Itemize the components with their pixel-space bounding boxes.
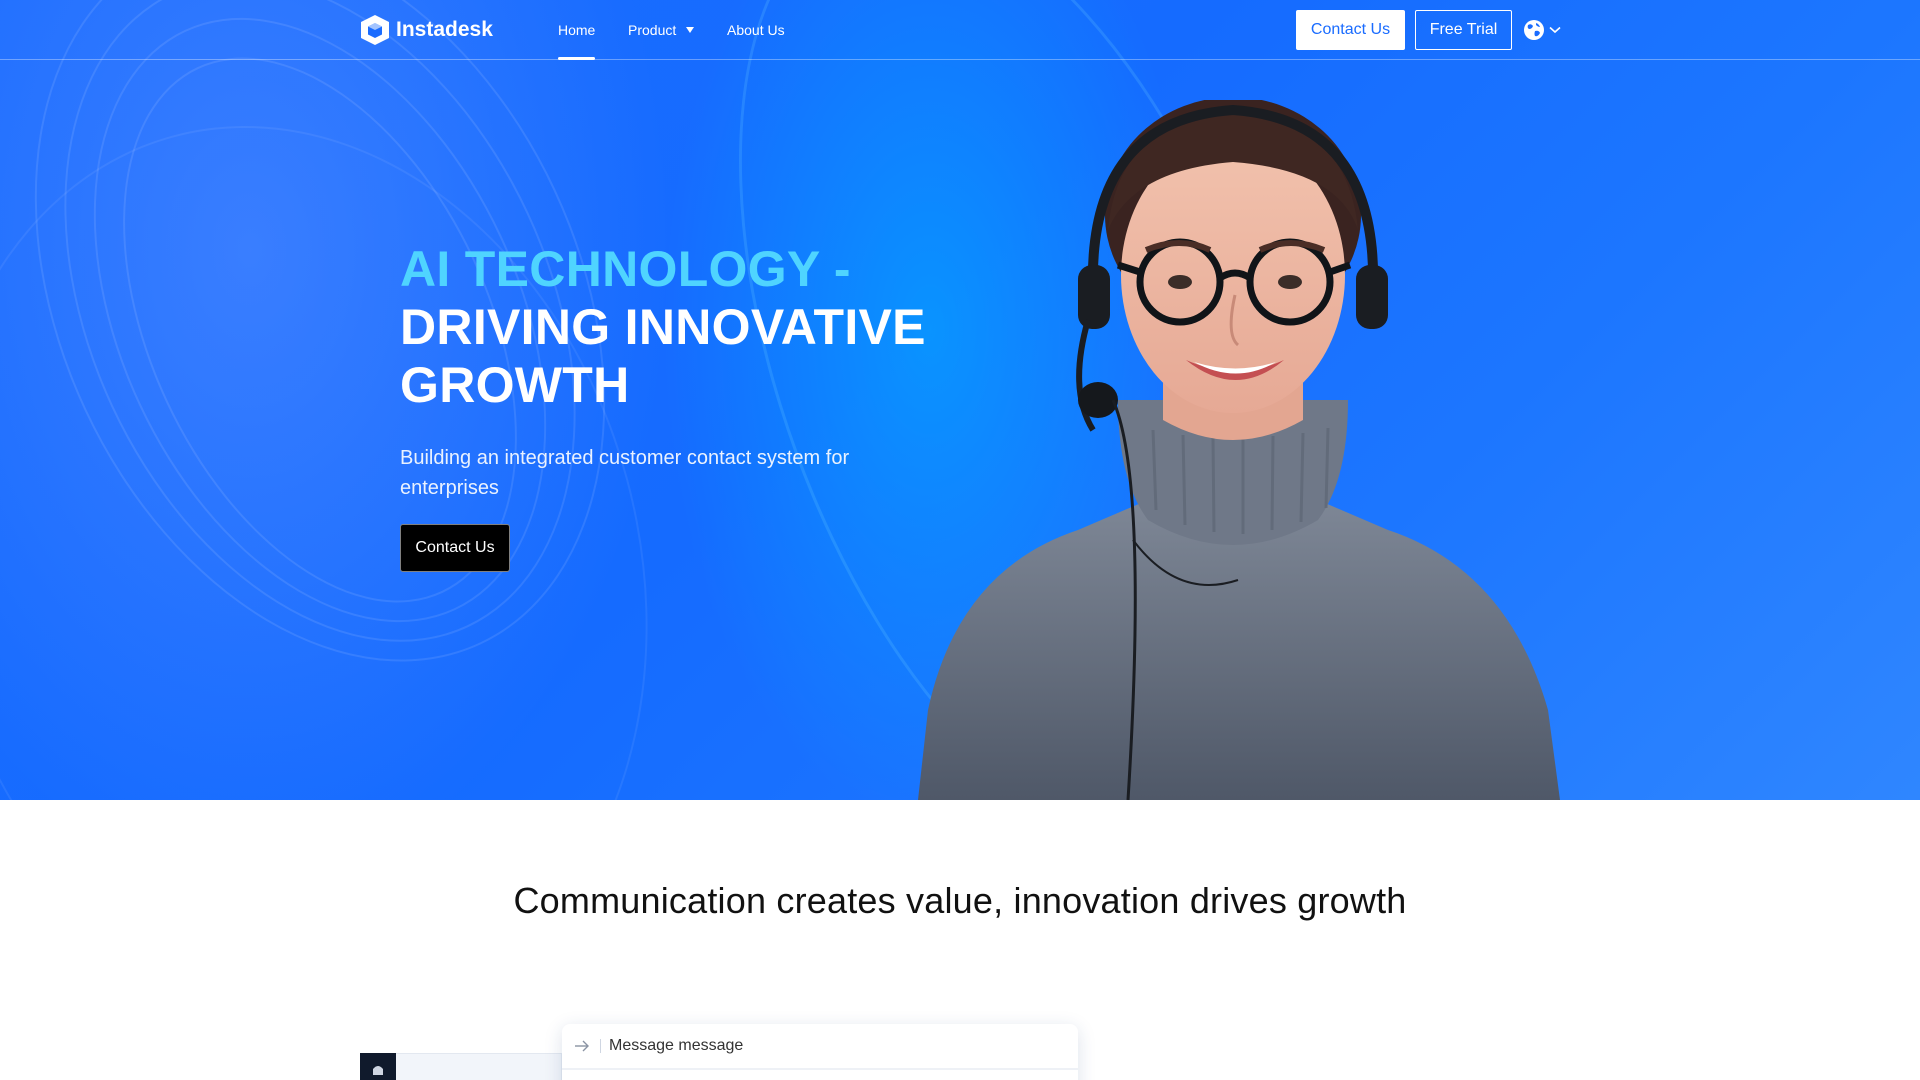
hero-title-accent: AI TECHNOLOGY -	[400, 241, 851, 297]
message-input-text[interactable]: Message message	[609, 1037, 743, 1055]
chevron-down-icon	[1549, 26, 1561, 34]
contact-us-button[interactable]: Contact Us	[1296, 10, 1405, 50]
globe-icon	[1524, 20, 1544, 40]
input-divider	[600, 1039, 601, 1053]
nav-about[interactable]: About Us	[727, 0, 785, 60]
nav-about-label: About Us	[727, 22, 785, 38]
home-icon	[373, 1066, 383, 1075]
hero-title-line: GROWTH	[400, 357, 630, 413]
arrow-right-icon	[575, 1040, 589, 1052]
app-preview-icon-bar	[360, 1053, 396, 1080]
brand-name: Instadesk	[396, 18, 493, 41]
hero-subtitle: Building an integrated customer contact …	[400, 447, 850, 499]
cube-logo-icon	[361, 15, 389, 45]
hero-title: AI TECHNOLOGY - DRIVING INNOVATIVE GROWT…	[400, 240, 960, 414]
hero-contact-button[interactable]: Contact Us	[400, 524, 510, 572]
hero-section: AI TECHNOLOGY - DRIVING INNOVATIVE GROWT…	[0, 0, 1920, 800]
section-tagline: Communication creates value, innovation …	[513, 880, 1407, 921]
nav-product-label: Product	[628, 22, 677, 38]
language-selector[interactable]	[1523, 18, 1563, 42]
message-preview-card: Message message	[562, 1024, 1078, 1080]
caret-down-icon	[686, 27, 695, 33]
nav-product[interactable]: Product	[628, 0, 695, 60]
top-navigation: Instadesk Home Product About Us Contact …	[0, 0, 1920, 60]
brand-logo[interactable]: Instadesk	[360, 14, 493, 46]
message-input-row[interactable]: Message message	[562, 1024, 1078, 1070]
nav-home-label: Home	[558, 22, 596, 38]
hero-title-line: DRIVING INNOVATIVE	[400, 299, 926, 355]
nav-home[interactable]: Home	[558, 0, 596, 60]
support-agent-image	[918, 100, 1560, 800]
free-trial-button[interactable]: Free Trial	[1415, 10, 1512, 50]
